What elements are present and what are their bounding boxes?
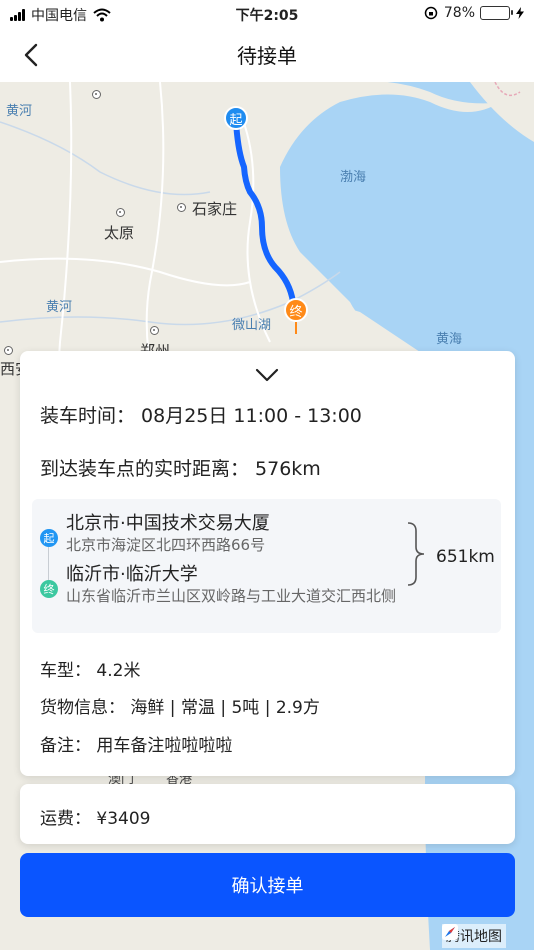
start-badge: 起 (40, 529, 58, 547)
city-dot (4, 346, 13, 355)
battery-icon (480, 6, 513, 20)
status-bar: 中国电信 下午2:05 78% (0, 0, 534, 28)
remark: 备注： 用车备注啦啦啦啦 (40, 736, 233, 756)
map-label-weishanhu: 微山湖 (232, 318, 272, 333)
start-location-name: 北京市·中国技术交易大厦 (66, 513, 270, 534)
chevron-down-icon (255, 368, 279, 382)
fee-card: 运费： ¥3409 (20, 784, 515, 844)
collapse-button[interactable] (252, 363, 282, 387)
start-pin[interactable]: 起 (224, 106, 248, 130)
cargo-info: 货物信息： 海鲜 | 常温 | 5吨 | 2.9方 (40, 698, 320, 718)
map-label-taiyuan: 太原 (104, 224, 135, 242)
end-pin-stem (295, 322, 297, 334)
freight-fee: 运费： ¥3409 (40, 809, 151, 829)
city-dot (177, 203, 186, 212)
end-location-address: 山东省临沂市兰山区双岭路与工业大道交汇西北侧 (66, 587, 397, 605)
map-label-bohai: 渤海 (340, 170, 367, 185)
distance-brace-icon (407, 522, 425, 586)
map-label-huanghai: 黄海 (436, 332, 463, 347)
route-summary: 起 终 北京市·中国技术交易大厦 北京市海淀区北四环西路66号 临沂市·临沂大学… (32, 499, 501, 633)
compass-logo-icon (442, 924, 458, 940)
border-3 (0, 257, 251, 287)
status-right: 78% (424, 5, 524, 21)
charging-bolt-icon (516, 7, 524, 19)
orientation-lock-icon (424, 6, 438, 20)
map-label-huanghe-mid: 黄河 (46, 300, 73, 315)
page-title: 待接单 (237, 44, 297, 68)
route-connector (48, 547, 49, 580)
map-provider-logo: 腾讯地图 (442, 924, 506, 948)
realtime-distance: 到达装车点的实时距离： 576km (40, 458, 321, 480)
map-label-huanghe-top: 黄河 (6, 104, 33, 119)
nav-bar: 待接单 (0, 28, 534, 82)
map-label-shijiazhuang: 石家庄 (192, 200, 238, 218)
end-pin[interactable]: 终 (284, 298, 308, 322)
vehicle-type: 车型： 4.2米 (40, 661, 141, 681)
load-time: 装车时间： 08月25日 11:00 - 13:00 (40, 405, 362, 427)
start-location-address: 北京市海淀区北四环西路66号 (66, 536, 266, 554)
order-detail-card: 装车时间： 08月25日 11:00 - 13:00 到达装车点的实时距离： 5… (20, 351, 515, 776)
border-4 (239, 111, 271, 343)
city-dot (150, 326, 159, 335)
city-dot (116, 208, 125, 217)
yellow-river-north (0, 121, 211, 196)
route-distance: 651km (436, 547, 495, 567)
city-dot (92, 90, 101, 99)
end-location-name: 临沂市·临沂大学 (66, 564, 198, 585)
confirm-accept-button[interactable]: 确认接单 (20, 853, 515, 917)
end-badge: 终 (40, 580, 58, 598)
battery-percent: 78% (443, 5, 475, 21)
